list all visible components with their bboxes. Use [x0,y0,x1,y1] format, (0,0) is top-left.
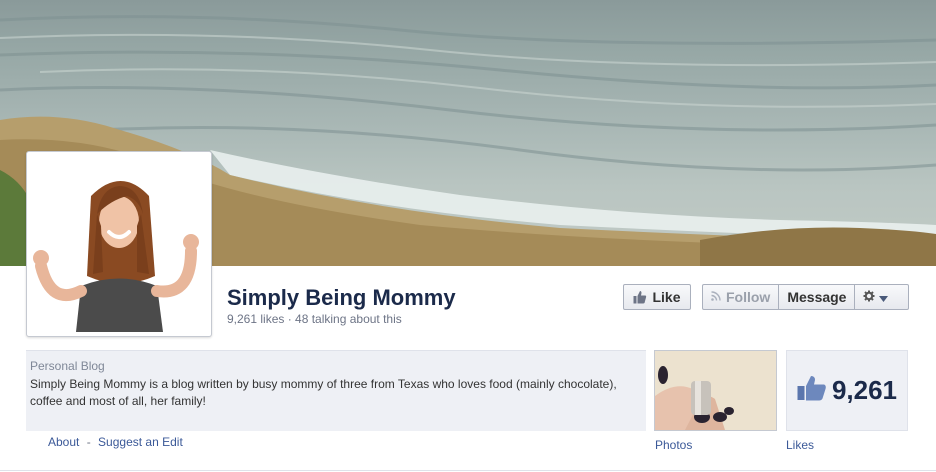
likes-tile[interactable]: 9,261 [786,350,908,431]
photos-tile[interactable] [654,350,777,431]
message-button-label: Message [787,289,847,305]
bottom-divider [0,470,936,471]
chevron-down-icon [879,289,889,305]
rss-icon [711,290,721,304]
photos-thumbnail [655,351,776,430]
about-link[interactable]: About [48,435,79,449]
message-button[interactable]: Message [779,285,856,309]
follow-button[interactable]: Follow [703,285,780,309]
thumbs-up-icon [797,375,827,406]
about-links: About - Suggest an Edit [48,435,183,449]
photos-label[interactable]: Photos [655,438,692,452]
suggest-edit-link[interactable]: Suggest an Edit [98,435,183,449]
about-panel: Personal Blog Simply Being Mommy is a bl… [26,350,646,431]
thumbs-up-icon [633,290,647,304]
page-title: Simply Being Mommy [227,285,456,310]
follow-button-label: Follow [726,289,771,305]
profile-photo [31,156,207,332]
profile-picture[interactable] [26,151,212,337]
page-category: Personal Blog [30,359,105,373]
likes-count: 9,261 [831,375,898,405]
page-stats: 9,261 likes · 48 talking about this [227,312,402,326]
likes-label[interactable]: Likes [786,438,814,452]
avatar-illustration [31,156,207,332]
settings-dropdown-button[interactable] [855,285,896,309]
like-button-label: Like [652,289,681,305]
gear-icon [863,289,875,305]
like-button[interactable]: Like [623,284,691,310]
page-actions-group: Follow Message [702,284,909,310]
page-description: Simply Being Mommy is a blog written by … [30,377,617,408]
link-separator: - [86,435,91,449]
